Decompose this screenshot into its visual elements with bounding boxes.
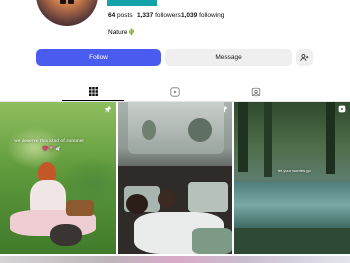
avatar-figure [68, 0, 74, 4]
follow-button[interactable]: Follow [36, 49, 161, 66]
followers-stat[interactable]: 1,337 followers [137, 12, 181, 19]
post-tree-trunk [326, 102, 335, 174]
suggest-user-button[interactable] [296, 49, 313, 66]
post-caption: let your worries go [278, 168, 311, 173]
follow-button-label: Follow [89, 54, 108, 61]
header-accent-strip [107, 0, 157, 6]
post-row-partial[interactable] [0, 256, 350, 263]
post-tree [142, 120, 156, 140]
profile-bio: Nature🌵 [108, 29, 136, 36]
post-tile[interactable]: we deserve this kind of summer 💗🌷🕊️ [0, 102, 116, 254]
post-caption: we deserve this kind of summer [14, 138, 85, 144]
post-emojis: 💗🌷🕊️ [42, 146, 61, 152]
message-button[interactable]: Message [165, 49, 292, 66]
post-basket [66, 200, 94, 216]
post-tile[interactable] [118, 102, 232, 254]
post-river [234, 182, 350, 228]
reel-icon [338, 105, 346, 113]
post-tree [188, 118, 212, 142]
following-stat[interactable]: 1,039 following [181, 12, 224, 19]
post-tile[interactable]: let your worries go [234, 102, 350, 254]
post-tree-trunk [238, 102, 248, 172]
tab-reels[interactable] [169, 86, 180, 97]
post-figure-pants [192, 228, 232, 254]
post-figure-head [126, 194, 148, 214]
pin-icon [105, 105, 112, 113]
add-user-icon [300, 54, 309, 61]
grid-icon [89, 87, 98, 96]
post-figure-head [158, 190, 176, 208]
reels-icon [169, 86, 180, 97]
posts-stat: 64 posts [108, 12, 133, 19]
tab-tagged[interactable] [250, 86, 261, 97]
tab-posts[interactable] [88, 86, 99, 97]
post-dog [50, 224, 82, 246]
post-riverbank [234, 228, 350, 254]
message-button-label: Message [215, 54, 242, 61]
profile-avatar[interactable] [36, 0, 98, 26]
post-tree-trunk [264, 102, 272, 177]
avatar-figure [60, 0, 66, 4]
post-car-window [188, 182, 228, 212]
tagged-icon [251, 87, 260, 96]
